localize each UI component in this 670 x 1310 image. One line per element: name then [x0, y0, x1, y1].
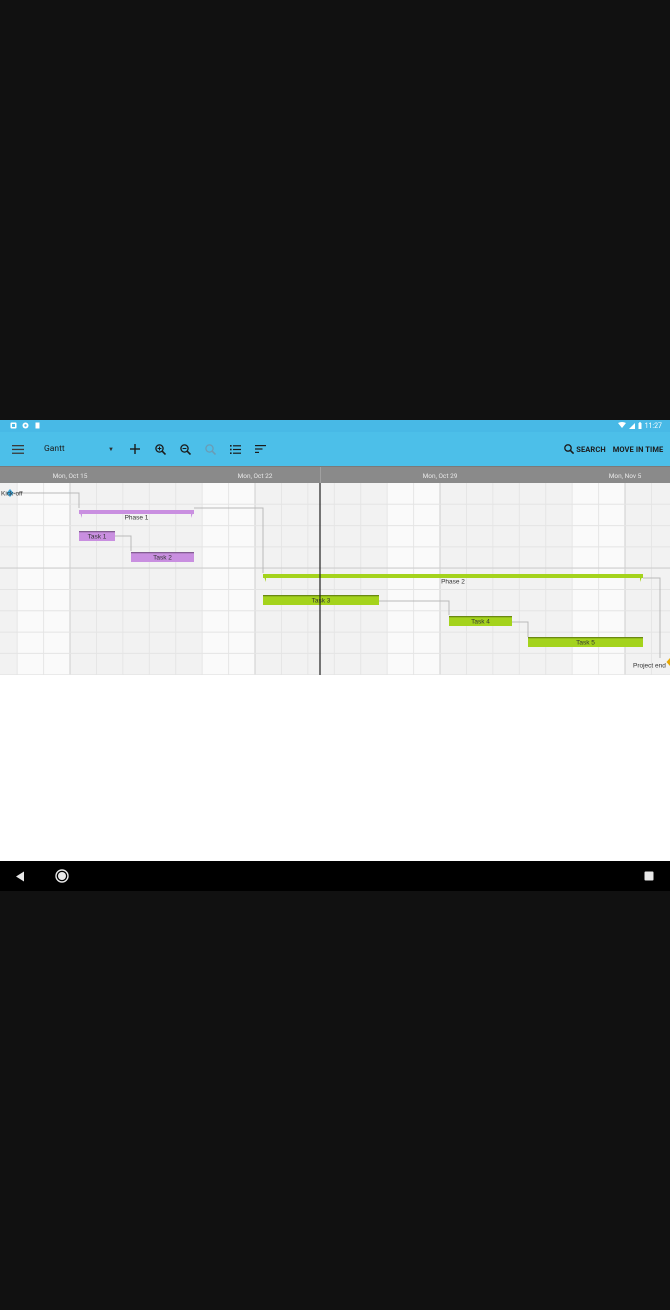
sort-icon[interactable]: [250, 432, 270, 466]
move-in-time-label: MOVE IN TIME: [612, 444, 664, 454]
weekend-band: [413, 483, 440, 675]
task-bar-progress: [131, 552, 194, 554]
battery-icon: [638, 421, 642, 431]
week-label: Mon, Nov 5: [608, 472, 642, 480]
list-icon[interactable]: [225, 432, 245, 466]
sd-card-icon: [34, 422, 41, 429]
zoom-in-icon[interactable]: [150, 432, 170, 466]
wifi-icon: [617, 421, 626, 431]
milestone-diamond: [666, 658, 670, 666]
weekend-band: [387, 483, 414, 675]
search-button[interactable]: SEARCH: [563, 432, 607, 466]
gantt-canvas[interactable]: Phase 1 Phase 2 Task 1 Task 2 Task 3 Task 4 Ta…: [0, 483, 670, 675]
dependency-line: [512, 621, 529, 637]
summary-bar-label: Phase 1: [125, 515, 149, 522]
summary-bar-label: Phase 2: [441, 579, 465, 586]
status-time: 11:27: [644, 422, 662, 430]
zoom-out-icon[interactable]: [175, 432, 195, 466]
task-bar-progress: [528, 637, 643, 639]
summary-bar: [79, 510, 194, 514]
recents-icon[interactable]: [637, 861, 661, 891]
search-label: SEARCH: [576, 444, 606, 454]
weekend-band: [228, 483, 255, 675]
menu-icon[interactable]: [8, 432, 28, 466]
status-bar: 11:27: [0, 420, 670, 432]
task-bar-label: Task 1: [88, 534, 107, 541]
week-label: Mon, Oct 22: [237, 472, 273, 480]
header-divider: [320, 467, 321, 484]
milestone-label: Project end: [633, 663, 666, 670]
dropdown-arrow-icon: ▼: [108, 445, 114, 453]
task-bar-progress: [79, 531, 115, 533]
week-label: Mon, Oct 29: [422, 472, 458, 480]
signal-icon: [628, 422, 635, 431]
task-bar-label: Task 2: [153, 555, 172, 562]
weekend-band: [202, 483, 229, 675]
navigation-bar: [0, 861, 670, 891]
zoom-reset-icon[interactable]: [200, 432, 220, 466]
add-icon[interactable]: [125, 432, 145, 466]
milestone-label: Kick-off: [1, 491, 23, 498]
search-icon: [564, 444, 575, 454]
settings-icon: [22, 422, 29, 429]
task-bar-label: Task 4: [471, 619, 490, 626]
task-bar-progress: [263, 595, 379, 597]
notification-icon: [10, 422, 17, 429]
home-icon[interactable]: [50, 861, 74, 891]
app-screen: 11:27 Gantt ▼ SEARCH MOVE IN TIME Mon, O…: [0, 420, 670, 891]
view-select-value: Gantt: [44, 444, 65, 454]
view-select[interactable]: Gantt ▼: [44, 432, 118, 466]
task-bar-label: Task 3: [312, 598, 331, 605]
weekend-band: [43, 483, 70, 675]
move-in-time-button[interactable]: MOVE IN TIME: [611, 432, 665, 466]
week-label: Mon, Oct 15: [52, 472, 88, 480]
task-bar-label: Task 5: [576, 640, 595, 647]
back-icon[interactable]: [8, 861, 32, 891]
timeline-header: Mon, Oct 15 Mon, Oct 22 Mon, Oct 29 Mon,…: [0, 466, 670, 484]
gantt-chart[interactable]: Phase 1 Phase 2 Task 1 Task 2 Task 3 Task 4 Ta…: [0, 483, 670, 675]
task-bar-progress: [449, 616, 512, 618]
toolbar: Gantt ▼ SEARCH MOVE IN TIME: [0, 432, 670, 466]
weekend-band: [17, 483, 44, 675]
